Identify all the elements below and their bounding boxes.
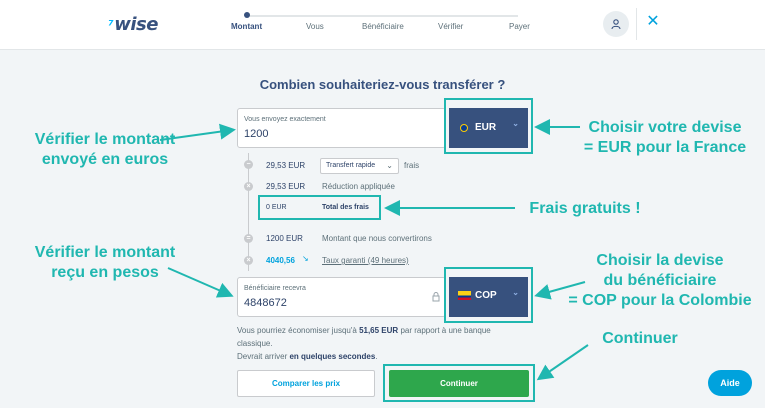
arrow-choose-recipient [534, 281, 586, 300]
arrow-verify-sent [159, 123, 236, 141]
annotation-arrows [159, 119, 589, 381]
arrow-verify-received [167, 267, 234, 298]
arrow-continue [536, 344, 589, 381]
